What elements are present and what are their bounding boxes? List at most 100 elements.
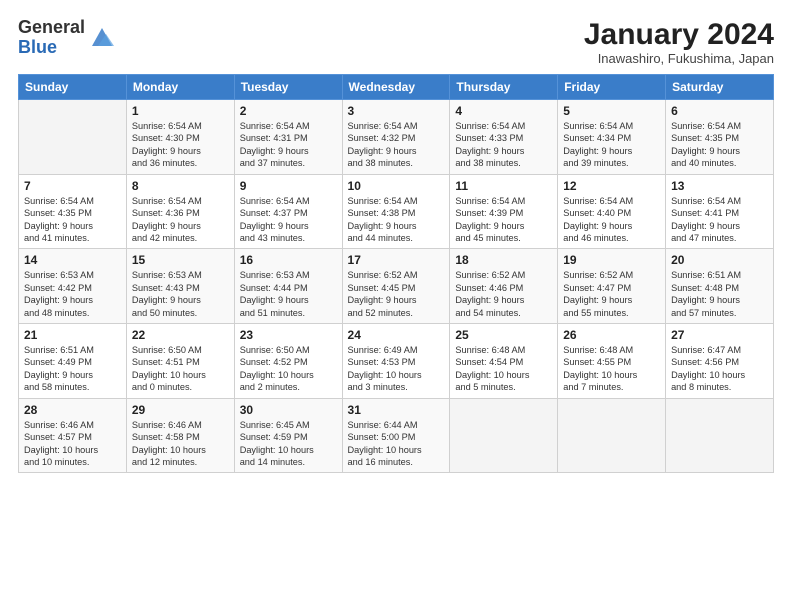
location-subtitle: Inawashiro, Fukushima, Japan bbox=[584, 51, 774, 66]
day-number: 31 bbox=[348, 403, 445, 417]
calendar-cell: 19Sunrise: 6:52 AMSunset: 4:47 PMDayligh… bbox=[558, 249, 666, 324]
calendar-cell: 6 Sunrise: 6:54 AMSunset: 4:35 PMDaylight… bbox=[666, 100, 774, 175]
day-number: 10 bbox=[348, 179, 445, 193]
day-info: Sunrise: 6:54 AMSunset: 4:35 PMDaylight:… bbox=[24, 195, 121, 245]
calendar-cell: 30 Sunrise: 6:45 AMSunset: 4:59 PMDayligh… bbox=[234, 398, 342, 473]
logo: General Blue bbox=[18, 18, 116, 58]
day-number: 25 bbox=[455, 328, 552, 342]
col-header-sunday: Sunday bbox=[19, 75, 127, 100]
calendar-cell: 16Sunrise: 6:53 AMSunset: 4:44 PMDayligh… bbox=[234, 249, 342, 324]
calendar-cell: 26 Sunrise: 6:48 AMSunset: 4:55 PMDayligh… bbox=[558, 324, 666, 399]
day-info: Sunrise: 6:48 AMSunset: 4:55 PMDaylight:… bbox=[563, 344, 660, 394]
day-info: Sunrise: 6:52 AMSunset: 4:45 PMDaylight:… bbox=[348, 269, 445, 319]
day-info: Sunrise: 6:54 AMSunset: 4:30 PMDaylight:… bbox=[132, 120, 229, 170]
col-header-monday: Monday bbox=[126, 75, 234, 100]
day-number: 18 bbox=[455, 253, 552, 267]
day-info: Sunrise: 6:54 AMSunset: 4:41 PMDaylight:… bbox=[671, 195, 768, 245]
calendar-week-row: 7 Sunrise: 6:54 AMSunset: 4:35 PMDaylight… bbox=[19, 174, 774, 249]
calendar-cell: 22 Sunrise: 6:50 AMSunset: 4:51 PMDayligh… bbox=[126, 324, 234, 399]
calendar-cell: 28 Sunrise: 6:46 AMSunset: 4:57 PMDayligh… bbox=[19, 398, 127, 473]
day-info: Sunrise: 6:50 AMSunset: 4:51 PMDaylight:… bbox=[132, 344, 229, 394]
col-header-saturday: Saturday bbox=[666, 75, 774, 100]
day-number: 1 bbox=[132, 104, 229, 118]
day-info: Sunrise: 6:54 AMSunset: 4:37 PMDaylight:… bbox=[240, 195, 337, 245]
day-info: Sunrise: 6:46 AMSunset: 4:57 PMDaylight:… bbox=[24, 419, 121, 469]
day-number: 4 bbox=[455, 104, 552, 118]
calendar-cell: 24Sunrise: 6:49 AMSunset: 4:53 PMDayligh… bbox=[342, 324, 450, 399]
day-info: Sunrise: 6:54 AMSunset: 4:40 PMDaylight:… bbox=[563, 195, 660, 245]
day-number: 9 bbox=[240, 179, 337, 193]
day-info: Sunrise: 6:49 AMSunset: 4:53 PMDaylight:… bbox=[348, 344, 445, 394]
calendar-week-row: 14 Sunrise: 6:53 AMSunset: 4:42 PMDayligh… bbox=[19, 249, 774, 324]
calendar-cell: 14 Sunrise: 6:53 AMSunset: 4:42 PMDayligh… bbox=[19, 249, 127, 324]
day-info: Sunrise: 6:54 AMSunset: 4:32 PMDaylight:… bbox=[348, 120, 445, 170]
day-info: Sunrise: 6:47 AMSunset: 4:56 PMDaylight:… bbox=[671, 344, 768, 394]
col-header-wednesday: Wednesday bbox=[342, 75, 450, 100]
calendar-cell: 10 Sunrise: 6:54 AMSunset: 4:38 PMDayligh… bbox=[342, 174, 450, 249]
logo-general: General bbox=[18, 17, 85, 37]
day-info: Sunrise: 6:51 AMSunset: 4:48 PMDaylight:… bbox=[671, 269, 768, 319]
calendar-cell: 31 Sunrise: 6:44 AMSunset: 5:00 PMDayligh… bbox=[342, 398, 450, 473]
calendar-week-row: 1 Sunrise: 6:54 AMSunset: 4:30 PMDaylight… bbox=[19, 100, 774, 175]
calendar-cell bbox=[666, 398, 774, 473]
calendar-cell: 27 Sunrise: 6:47 AMSunset: 4:56 PMDayligh… bbox=[666, 324, 774, 399]
calendar-cell: 7 Sunrise: 6:54 AMSunset: 4:35 PMDaylight… bbox=[19, 174, 127, 249]
calendar-cell: 5 Sunrise: 6:54 AMSunset: 4:34 PMDaylight… bbox=[558, 100, 666, 175]
calendar-cell: 12Sunrise: 6:54 AMSunset: 4:40 PMDayligh… bbox=[558, 174, 666, 249]
day-number: 2 bbox=[240, 104, 337, 118]
col-header-thursday: Thursday bbox=[450, 75, 558, 100]
day-number: 14 bbox=[24, 253, 121, 267]
day-number: 20 bbox=[671, 253, 768, 267]
day-number: 21 bbox=[24, 328, 121, 342]
calendar-cell: 8Sunrise: 6:54 AMSunset: 4:36 PMDaylight… bbox=[126, 174, 234, 249]
day-number: 22 bbox=[132, 328, 229, 342]
day-number: 16 bbox=[240, 253, 337, 267]
page-header: General Blue January 2024 Inawashiro, Fu… bbox=[18, 18, 774, 66]
day-number: 5 bbox=[563, 104, 660, 118]
day-info: Sunrise: 6:44 AMSunset: 5:00 PMDaylight:… bbox=[348, 419, 445, 469]
day-number: 15 bbox=[132, 253, 229, 267]
day-info: Sunrise: 6:54 AMSunset: 4:31 PMDaylight:… bbox=[240, 120, 337, 170]
calendar-cell: 2 Sunrise: 6:54 AMSunset: 4:31 PMDaylight… bbox=[234, 100, 342, 175]
day-info: Sunrise: 6:54 AMSunset: 4:35 PMDaylight:… bbox=[671, 120, 768, 170]
day-info: Sunrise: 6:45 AMSunset: 4:59 PMDaylight:… bbox=[240, 419, 337, 469]
calendar-cell: 29 Sunrise: 6:46 AMSunset: 4:58 PMDayligh… bbox=[126, 398, 234, 473]
day-info: Sunrise: 6:50 AMSunset: 4:52 PMDaylight:… bbox=[240, 344, 337, 394]
calendar-cell: 4 Sunrise: 6:54 AMSunset: 4:33 PMDaylight… bbox=[450, 100, 558, 175]
day-info: Sunrise: 6:53 AMSunset: 4:42 PMDaylight:… bbox=[24, 269, 121, 319]
title-block: January 2024 Inawashiro, Fukushima, Japa… bbox=[584, 18, 774, 66]
day-number: 29 bbox=[132, 403, 229, 417]
day-number: 23 bbox=[240, 328, 337, 342]
day-number: 30 bbox=[240, 403, 337, 417]
calendar-cell: 13Sunrise: 6:54 AMSunset: 4:41 PMDayligh… bbox=[666, 174, 774, 249]
col-header-friday: Friday bbox=[558, 75, 666, 100]
day-number: 26 bbox=[563, 328, 660, 342]
day-number: 17 bbox=[348, 253, 445, 267]
day-number: 19 bbox=[563, 253, 660, 267]
calendar-cell bbox=[558, 398, 666, 473]
calendar-cell: 21 Sunrise: 6:51 AMSunset: 4:49 PMDayligh… bbox=[19, 324, 127, 399]
calendar-week-row: 21 Sunrise: 6:51 AMSunset: 4:49 PMDayligh… bbox=[19, 324, 774, 399]
day-info: Sunrise: 6:46 AMSunset: 4:58 PMDaylight:… bbox=[132, 419, 229, 469]
month-year-title: January 2024 bbox=[584, 18, 774, 51]
day-info: Sunrise: 6:51 AMSunset: 4:49 PMDaylight:… bbox=[24, 344, 121, 394]
col-header-tuesday: Tuesday bbox=[234, 75, 342, 100]
day-info: Sunrise: 6:54 AMSunset: 4:38 PMDaylight:… bbox=[348, 195, 445, 245]
day-number: 7 bbox=[24, 179, 121, 193]
day-info: Sunrise: 6:52 AMSunset: 4:46 PMDaylight:… bbox=[455, 269, 552, 319]
day-info: Sunrise: 6:48 AMSunset: 4:54 PMDaylight:… bbox=[455, 344, 552, 394]
calendar-week-row: 28 Sunrise: 6:46 AMSunset: 4:57 PMDayligh… bbox=[19, 398, 774, 473]
calendar-cell: 1 Sunrise: 6:54 AMSunset: 4:30 PMDaylight… bbox=[126, 100, 234, 175]
day-info: Sunrise: 6:54 AMSunset: 4:33 PMDaylight:… bbox=[455, 120, 552, 170]
logo-icon bbox=[88, 24, 116, 52]
day-info: Sunrise: 6:53 AMSunset: 4:43 PMDaylight:… bbox=[132, 269, 229, 319]
day-number: 27 bbox=[671, 328, 768, 342]
calendar-cell: 3 Sunrise: 6:54 AMSunset: 4:32 PMDaylight… bbox=[342, 100, 450, 175]
calendar-cell bbox=[19, 100, 127, 175]
calendar-cell: 17 Sunrise: 6:52 AMSunset: 4:45 PMDayligh… bbox=[342, 249, 450, 324]
day-number: 28 bbox=[24, 403, 121, 417]
day-number: 3 bbox=[348, 104, 445, 118]
logo-blue: Blue bbox=[18, 37, 57, 57]
day-info: Sunrise: 6:54 AMSunset: 4:34 PMDaylight:… bbox=[563, 120, 660, 170]
day-number: 6 bbox=[671, 104, 768, 118]
